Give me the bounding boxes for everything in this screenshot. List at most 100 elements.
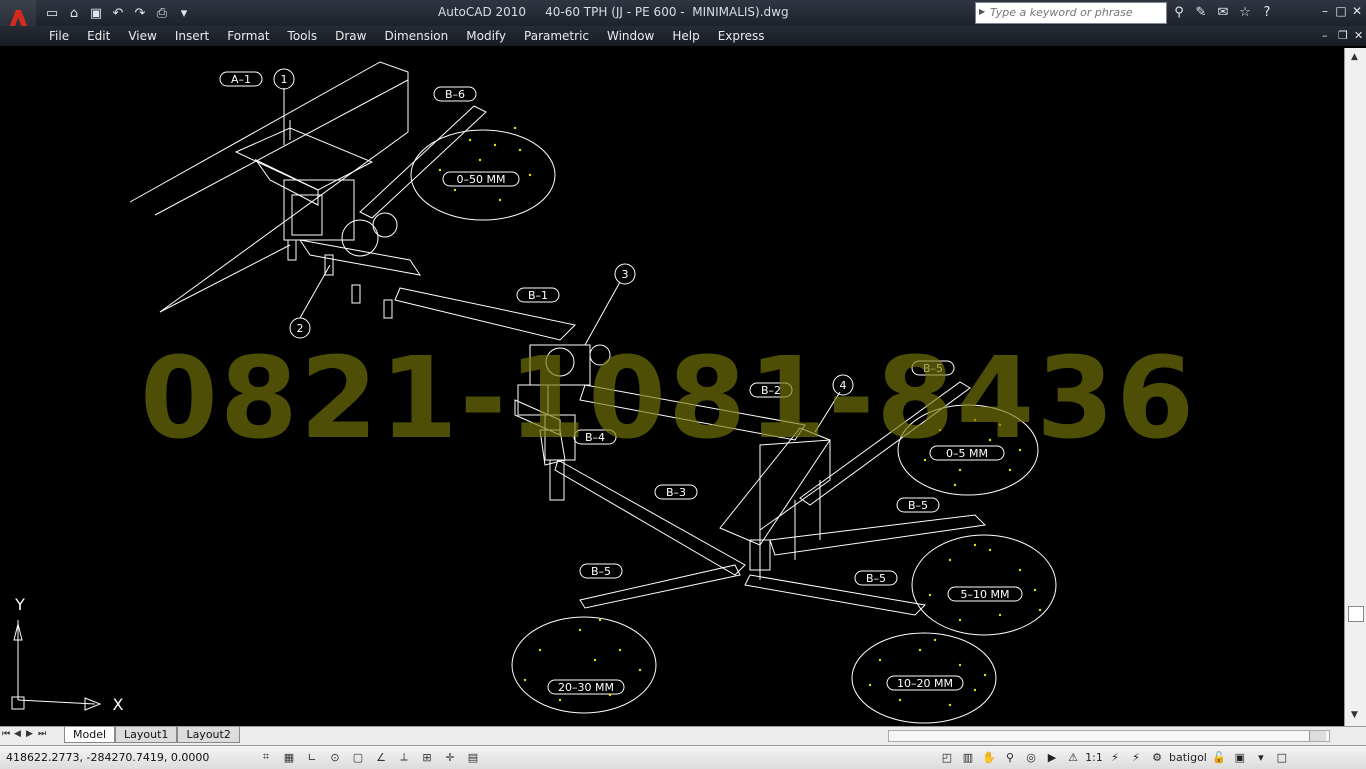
lock-icon[interactable]: 🔓 xyxy=(1210,748,1228,766)
object-snap-tracking-icon[interactable]: ∠ xyxy=(371,748,391,766)
pile-label-10-20: 10–20 MM xyxy=(897,677,953,690)
ucs-x-label: X xyxy=(113,695,124,714)
save-icon[interactable]: ▣ xyxy=(86,3,106,23)
menu-help[interactable]: Help xyxy=(663,28,708,44)
horizontal-scroll-thumb[interactable] xyxy=(1309,731,1326,741)
hardware-acceleration-icon[interactable]: ▣ xyxy=(1231,748,1249,766)
model-space-icon[interactable]: ◰ xyxy=(938,748,956,766)
menu-tools[interactable]: Tools xyxy=(279,28,327,44)
dynamic-ucs-icon[interactable]: ⟂ xyxy=(394,748,414,766)
label-b3: B–3 xyxy=(666,486,686,499)
scroll-up-icon[interactable]: ▲ xyxy=(1351,52,1358,62)
menu-modify[interactable]: Modify xyxy=(457,28,515,44)
plot-icon[interactable]: ⎙ xyxy=(152,3,172,23)
minimize-icon[interactable]: – xyxy=(1318,3,1332,19)
expand-arrow-icon[interactable]: ▶ xyxy=(979,7,985,16)
chevron-down-icon[interactable]: ▾ xyxy=(174,3,194,23)
callout-1: 1 xyxy=(281,73,288,86)
doc-close-icon[interactable]: ✕ xyxy=(1354,29,1366,42)
coordinates-readout[interactable]: 418622.2773, -284270.7419, 0.0000 xyxy=(6,751,209,764)
watermark-phone: 0821-1081-8436 xyxy=(140,334,1197,464)
doc-minimize-icon[interactable]: – xyxy=(1322,29,1334,42)
window-title: AutoCAD 2010 40-60 TPH (JJ - PE 600 - MI… xyxy=(438,5,789,19)
snap-mode-icon[interactable]: ⌗ xyxy=(256,748,276,766)
menu-bar: File Edit View Insert Format Tools Draw … xyxy=(0,26,1366,46)
title-bar: ▭ ⌂ ▣ ↶ ↷ ⎙ ▾ AutoCAD 2010 40-60 TPH (JJ… xyxy=(0,0,1366,44)
workspace-gear-icon: ⚙ xyxy=(1152,750,1162,764)
lineweight-icon[interactable]: ✛ xyxy=(440,748,460,766)
menu-parametric[interactable]: Parametric xyxy=(515,28,598,44)
next-tab-icon[interactable]: ▶ xyxy=(26,729,36,739)
close-icon[interactable]: ✕ xyxy=(1350,3,1364,19)
callout-3: 3 xyxy=(622,268,629,281)
redo-icon[interactable]: ↷ xyxy=(130,3,150,23)
search-input[interactable] xyxy=(976,3,1160,21)
showmotion-icon[interactable]: ▶ xyxy=(1043,748,1061,766)
menu-file[interactable]: File xyxy=(40,28,78,44)
open-icon[interactable]: ⌂ xyxy=(64,3,84,23)
status-bar: 418622.2773, -284270.7419, 0.0000 ⌗ ▦ ∟ … xyxy=(0,745,1366,769)
wrench-icon[interactable]: ✎ xyxy=(1192,3,1210,21)
undo-icon[interactable]: ↶ xyxy=(108,3,128,23)
ucs-y-label: Y xyxy=(14,595,25,614)
dynamic-input-icon[interactable]: ⊞ xyxy=(417,748,437,766)
workspace-selector[interactable]: batigol xyxy=(1169,748,1207,766)
label-a1: A–1 xyxy=(231,73,251,86)
last-tab-icon[interactable]: ⏭ xyxy=(38,729,48,739)
tab-model[interactable]: Model xyxy=(64,727,116,743)
scroll-thumb[interactable] xyxy=(1348,606,1364,622)
drafting-settings: ⌗ ▦ ∟ ⊙ ▢ ∠ ⟂ ⊞ ✛ ▤ xyxy=(256,748,483,766)
star-icon[interactable]: ☆ xyxy=(1236,3,1254,21)
menu-edit[interactable]: Edit xyxy=(78,28,119,44)
label-b5-left: B–5 xyxy=(591,565,611,578)
quick-view-layouts-icon[interactable]: ▥ xyxy=(959,748,977,766)
isolate-objects-icon[interactable]: ▾ xyxy=(1252,748,1270,766)
clean-screen-icon[interactable]: □ xyxy=(1273,748,1291,766)
menu-dimension[interactable]: Dimension xyxy=(375,28,457,44)
pile-label-20-30: 20–30 MM xyxy=(558,681,614,694)
status-tray: ◰ ▥ ✋ ⚲ ◎ ▶ ⚠ 1:1 ⚡ ⚡ ⚙ batigol 🔓 ▣ ▾ □ xyxy=(938,748,1291,766)
object-snap-icon[interactable]: ▢ xyxy=(348,748,368,766)
steering-wheel-icon[interactable]: ◎ xyxy=(1022,748,1040,766)
auto-scale-icon[interactable]: ⚡ xyxy=(1127,748,1145,766)
vertical-scrollbar[interactable]: ▲ ▼ xyxy=(1344,48,1366,726)
annotation-scale[interactable]: 1:1 xyxy=(1085,748,1103,766)
menu-view[interactable]: View xyxy=(119,28,165,44)
pan-icon[interactable]: ✋ xyxy=(980,748,998,766)
prev-tab-icon[interactable]: ◀ xyxy=(14,729,24,739)
binoculars-icon[interactable]: ⚲ xyxy=(1170,3,1188,21)
doc-restore-icon[interactable]: ❐ xyxy=(1338,29,1350,42)
label-b1: B–1 xyxy=(528,289,548,302)
layout-tabs: Model Layout1 Layout2 xyxy=(64,727,240,743)
infocenter-search[interactable]: ▶ xyxy=(975,2,1167,24)
first-tab-icon[interactable]: ⏮ xyxy=(2,729,12,739)
grid-display-icon[interactable]: ▦ xyxy=(279,748,299,766)
menu-window[interactable]: Window xyxy=(598,28,663,44)
label-b5-right: B–5 xyxy=(866,572,886,585)
tab-navigation: ⏮ ◀ ▶ ⏭ xyxy=(2,729,48,739)
help-icon[interactable]: ? xyxy=(1258,3,1276,21)
infocenter-tools: ⚲ ✎ ✉ ☆ ? xyxy=(1170,3,1276,21)
maximize-icon[interactable]: □ xyxy=(1334,3,1348,19)
document-controls: – ❐ ✕ xyxy=(1322,29,1366,42)
horizontal-scrollbar[interactable] xyxy=(888,730,1330,742)
menu-express[interactable]: Express xyxy=(709,28,774,44)
communication-center-icon[interactable]: ✉ xyxy=(1214,3,1232,21)
zoom-icon[interactable]: ⚲ xyxy=(1001,748,1019,766)
annotation-visibility-icon[interactable]: ⚡ xyxy=(1106,748,1124,766)
tab-layout2[interactable]: Layout2 xyxy=(177,727,240,743)
polar-tracking-icon[interactable]: ⊙ xyxy=(325,748,345,766)
annotation-scale-icon: ⚠ xyxy=(1068,750,1078,764)
menu-draw[interactable]: Draw xyxy=(326,28,375,44)
menu-format[interactable]: Format xyxy=(218,28,278,44)
quick-properties-icon[interactable]: ▤ xyxy=(463,748,483,766)
menu-items: File Edit View Insert Format Tools Draw … xyxy=(40,28,774,44)
scroll-down-icon[interactable]: ▼ xyxy=(1351,710,1358,720)
new-icon[interactable]: ▭ xyxy=(42,3,62,23)
tab-layout1[interactable]: Layout1 xyxy=(115,727,178,743)
menu-insert[interactable]: Insert xyxy=(166,28,218,44)
quick-access-toolbar: ▭ ⌂ ▣ ↶ ↷ ⎙ ▾ xyxy=(42,3,194,23)
label-b5-middle: B–5 xyxy=(908,499,928,512)
pile-label-5-10: 5–10 MM xyxy=(961,588,1010,601)
ortho-mode-icon[interactable]: ∟ xyxy=(302,748,322,766)
